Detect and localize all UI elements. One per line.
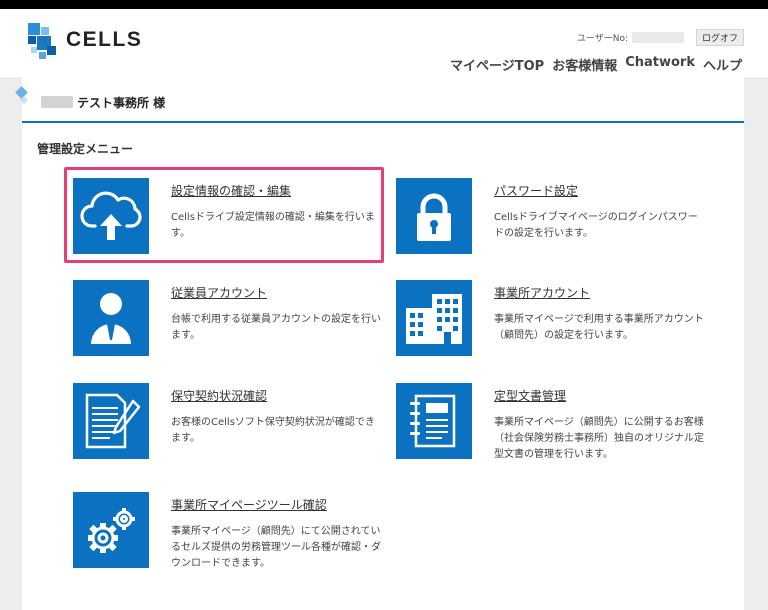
cells-logo[interactable]: CELLS bbox=[27, 22, 147, 62]
settings-title-link[interactable]: 設定情報の確認・編集 bbox=[171, 182, 291, 199]
employee-tile[interactable] bbox=[73, 280, 149, 356]
lock-icon bbox=[417, 193, 451, 241]
header: CELLS ユーザーNo: ログオフ マイページTOP お客様情報 Chatwo… bbox=[0, 9, 768, 77]
employee-icon bbox=[91, 293, 131, 344]
nav-chatwork[interactable]: Chatwork bbox=[625, 55, 695, 74]
logoff-button[interactable]: ログオフ bbox=[695, 29, 744, 46]
settings-desc: Cellsドライブ設定情報の確認・編集を行います。 bbox=[171, 212, 375, 239]
maintenance-tile[interactable] bbox=[73, 383, 149, 459]
menu-item-office-tools[interactable]: 事業所マイページツール確認 事業所マイページ（顧問先）にて公開されているセルズ提… bbox=[73, 492, 383, 570]
employee-desc: 台帳で利用する従業員アカウントの設定を行います。 bbox=[171, 314, 381, 341]
top-black-bar bbox=[0, 0, 768, 9]
content-card: テスト事務所 様 管理設定メニュー 設定情報の確認・編集 Cellsドライブ設定… bbox=[15, 77, 744, 610]
office-name-redacted bbox=[41, 96, 73, 108]
settings-tile[interactable] bbox=[73, 178, 149, 254]
password-desc: Cellsドライブマイページのログインパスワードの設定を行います。 bbox=[494, 212, 698, 239]
password-tile[interactable] bbox=[396, 178, 472, 254]
menu-item-office-account[interactable]: 事業所アカウント 事業所マイページで利用する事業所アカウント（顧問先）の設定を行… bbox=[396, 280, 706, 358]
gears-icon bbox=[88, 508, 135, 553]
office-tile[interactable] bbox=[396, 280, 472, 356]
maintenance-title-link[interactable]: 保守契約状況確認 bbox=[171, 387, 267, 404]
tools-desc: 事業所マイページ（顧問先）にて公開されているセルズ提供の労務管理ツール各種が確認… bbox=[171, 526, 381, 569]
employee-title-link[interactable]: 従業員アカウント bbox=[171, 284, 267, 301]
document-edit-icon bbox=[85, 393, 141, 449]
template-desc: 事業所マイページ（顧問先）に公開するお客様（社会保険労務士事務所）独自のオリジナ… bbox=[494, 417, 704, 460]
document-binder-icon bbox=[410, 394, 456, 448]
cells-logo-icon bbox=[28, 23, 56, 59]
menu-section-title: 管理設定メニュー bbox=[37, 142, 134, 156]
office-name: テスト事務所 様 bbox=[77, 96, 166, 110]
template-title-link[interactable]: 定型文書管理 bbox=[494, 387, 566, 404]
nav-customer-info[interactable]: お客様情報 bbox=[552, 55, 617, 74]
password-title-link[interactable]: パスワード設定 bbox=[494, 182, 578, 199]
tools-title-link[interactable]: 事業所マイページツール確認 bbox=[171, 496, 327, 513]
cloud-upload-icon bbox=[80, 191, 142, 240]
nav-mypage-top[interactable]: マイページTOP bbox=[450, 55, 544, 74]
main-area: テスト事務所 様 管理設定メニュー 設定情報の確認・編集 Cellsドライブ設定… bbox=[0, 77, 768, 610]
tools-tile[interactable] bbox=[73, 492, 149, 568]
template-tile[interactable] bbox=[396, 383, 472, 459]
user-info: ユーザーNo: ログオフ bbox=[577, 29, 744, 46]
diamond-small-decoration-icon bbox=[19, 95, 29, 105]
building-icon bbox=[406, 294, 462, 344]
menu-item-settings[interactable]: 設定情報の確認・編集 Cellsドライブ設定情報の確認・編集を行います。 bbox=[73, 178, 383, 256]
office-account-desc: 事業所マイページで利用する事業所アカウント（顧問先）の設定を行います。 bbox=[494, 314, 704, 341]
menu-item-password[interactable]: パスワード設定 Cellsドライブマイページのログインパスワードの設定を行います… bbox=[396, 178, 706, 256]
main-nav: マイページTOP お客様情報 Chatwork ヘルプ bbox=[450, 55, 742, 74]
nav-help[interactable]: ヘルプ bbox=[703, 55, 742, 74]
menu-item-maintenance-contract[interactable]: 保守契約状況確認 お客様のCellsソフト保守契約状況が確認できます。 bbox=[73, 383, 383, 461]
user-no-value bbox=[631, 32, 684, 43]
maintenance-desc: お客様のCellsソフト保守契約状況が確認できます。 bbox=[171, 417, 375, 444]
logo-text: CELLS bbox=[66, 28, 143, 51]
menu-item-template-documents[interactable]: 定型文書管理 事業所マイページ（顧問先）に公開するお客様（社会保険労務士事務所）… bbox=[396, 383, 706, 461]
office-account-title-link[interactable]: 事業所アカウント bbox=[494, 284, 590, 301]
office-header: テスト事務所 様 bbox=[15, 77, 744, 123]
user-no-label: ユーザーNo: bbox=[576, 34, 628, 44]
menu-item-employee-account[interactable]: 従業員アカウント 台帳で利用する従業員アカウントの設定を行います。 bbox=[73, 280, 383, 358]
